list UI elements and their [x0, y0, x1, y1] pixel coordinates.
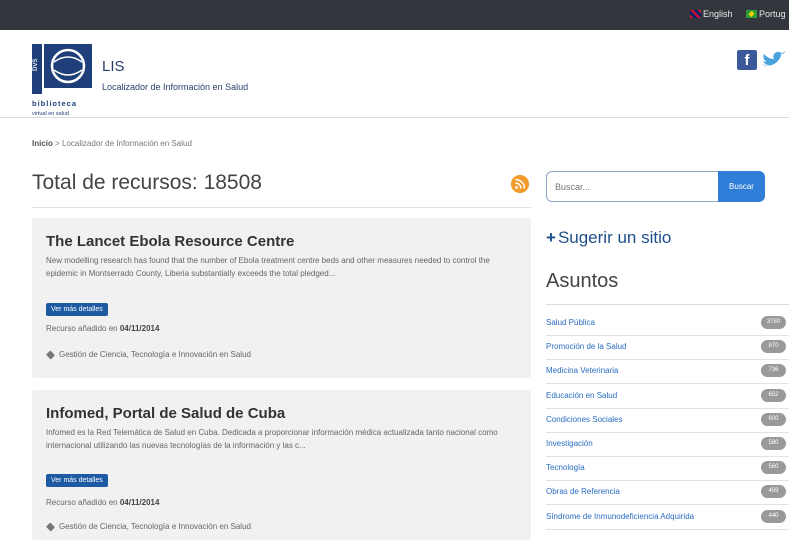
- resource-description: Infomed es la Red Telemática de Salud en…: [46, 428, 498, 450]
- subject-count-badge: 560: [761, 461, 786, 475]
- search-button[interactable]: Buscar: [718, 171, 765, 202]
- site-title[interactable]: LIS: [102, 58, 125, 75]
- subject-item[interactable]: Promoción de la Salud 870: [546, 336, 789, 361]
- plus-icon: +: [546, 228, 556, 247]
- subject-item[interactable]: Investigación 580: [546, 433, 789, 457]
- resource-tag-link[interactable]: Gestión de Ciencia, Tecnología e Innovac…: [59, 522, 251, 531]
- subject-count-badge: 600: [761, 412, 786, 426]
- resource-meta: Recurso añadido en 04/11/2014: [46, 324, 159, 333]
- subject-label[interactable]: Salud Pública: [546, 318, 595, 327]
- suggest-site-label: Sugerir un sitio: [557, 228, 672, 247]
- tag-icon: [45, 521, 56, 532]
- resource-tag: Gestión de Ciencia, Tecnología e Innovac…: [45, 349, 251, 360]
- subject-item[interactable]: Medicina Veterinaria 736: [546, 360, 789, 385]
- resource-meta: Recurso añadido en 04/11/2014: [46, 498, 159, 507]
- subject-count-badge: 870: [761, 340, 786, 354]
- resource-title-link[interactable]: The Lancet Ebola Resource Centre: [46, 233, 294, 250]
- resource-title-link[interactable]: Infomed, Portal de Salud de Cuba: [46, 405, 285, 422]
- svg-text:bvs: bvs: [30, 59, 39, 71]
- subject-label[interactable]: Obras de Referencia: [546, 487, 620, 496]
- subjects-heading: Asuntos: [546, 270, 619, 292]
- resource-meta-prefix: Recurso añadido en: [46, 498, 118, 507]
- subject-item[interactable]: Educación en Salud 652: [546, 385, 789, 409]
- rss-icon[interactable]: [511, 175, 529, 193]
- subject-count-badge: 580: [761, 437, 786, 450]
- language-english-link[interactable]: English: [690, 9, 733, 19]
- breadcrumb-separator: >: [55, 139, 60, 148]
- svg-text:virtual en salud: virtual en salud: [32, 111, 69, 117]
- breadcrumb: Inicio > Localizador de Información en S…: [32, 139, 192, 148]
- bvs-logo[interactable]: bvs biblioteca virtual en salud: [30, 40, 94, 118]
- subject-count-badge: 652: [761, 388, 786, 402]
- resource-date: 04/11/2014: [119, 498, 160, 507]
- resource-description: New modelling research has found that th…: [46, 256, 490, 278]
- subject-item[interactable]: Condiciones Sociales 600: [546, 409, 789, 433]
- subject-item[interactable]: Síndrome de Inmunodeficiencia Adquirida 4…: [546, 506, 789, 530]
- subject-label[interactable]: Medicina Veterinaria: [546, 366, 618, 375]
- resource-tag-link[interactable]: Gestión de Ciencia, Tecnología e Innovac…: [59, 350, 251, 359]
- subject-item[interactable]: Tecnología 560: [546, 457, 789, 482]
- subject-label[interactable]: Condiciones Sociales: [546, 415, 623, 424]
- language-label: English: [703, 9, 733, 19]
- svg-text:biblioteca: biblioteca: [32, 99, 77, 108]
- subject-label[interactable]: Síndrome de Inmunodeficiencia Adquirida: [546, 512, 694, 521]
- resource-meta-prefix: Recurso añadido en: [46, 324, 118, 333]
- subject-label[interactable]: Promoción de la Salud: [546, 342, 627, 351]
- subject-count-badge: 459: [761, 485, 786, 499]
- subject-count-badge: 440: [761, 509, 786, 523]
- search-input[interactable]: [546, 171, 724, 202]
- results-divider: [32, 207, 531, 208]
- twitter-icon[interactable]: [760, 50, 789, 70]
- suggest-site-link[interactable]: + Sugerir un sitio: [546, 228, 671, 248]
- subject-label[interactable]: Investigación: [546, 439, 593, 448]
- subject-label[interactable]: Educación en Salud: [546, 391, 617, 400]
- more-details-button[interactable]: Ver más detalles: [46, 474, 108, 487]
- resource-card: The Lancet Ebola Resource Centre New mod…: [32, 218, 531, 378]
- resource-tag: Gestión de Ciencia, Tecnología e Innovac…: [45, 521, 251, 532]
- language-portuguese-link[interactable]: Portug: [746, 9, 786, 19]
- language-label: Portug: [759, 9, 786, 19]
- resource-card: Infomed, Portal de Salud de Cuba Infomed…: [32, 390, 531, 540]
- tag-icon: [45, 349, 56, 360]
- subjects-divider: [546, 304, 789, 305]
- subject-item[interactable]: Obras de Referencia 459: [546, 481, 789, 506]
- breadcrumb-current: Localizador de Información en Salud: [62, 139, 192, 148]
- subject-count-badge: 736: [761, 364, 786, 378]
- results-total: Total de recursos: 18508: [32, 171, 262, 194]
- breadcrumb-home-link[interactable]: Inicio: [32, 139, 53, 148]
- facebook-icon[interactable]: f: [737, 50, 757, 70]
- site-subtitle: Localizador de Información en Salud: [102, 82, 249, 92]
- uk-flag-icon: [690, 10, 701, 18]
- subject-count-badge: 3780: [761, 316, 786, 329]
- subject-label[interactable]: Tecnología: [546, 463, 585, 472]
- top-bar: English Portug: [0, 0, 789, 30]
- more-details-button[interactable]: Ver más detalles: [46, 303, 108, 316]
- resource-date: 04/11/2014: [119, 324, 160, 333]
- subject-item[interactable]: Salud Pública 3780: [546, 312, 789, 336]
- brazil-flag-icon: [746, 10, 757, 18]
